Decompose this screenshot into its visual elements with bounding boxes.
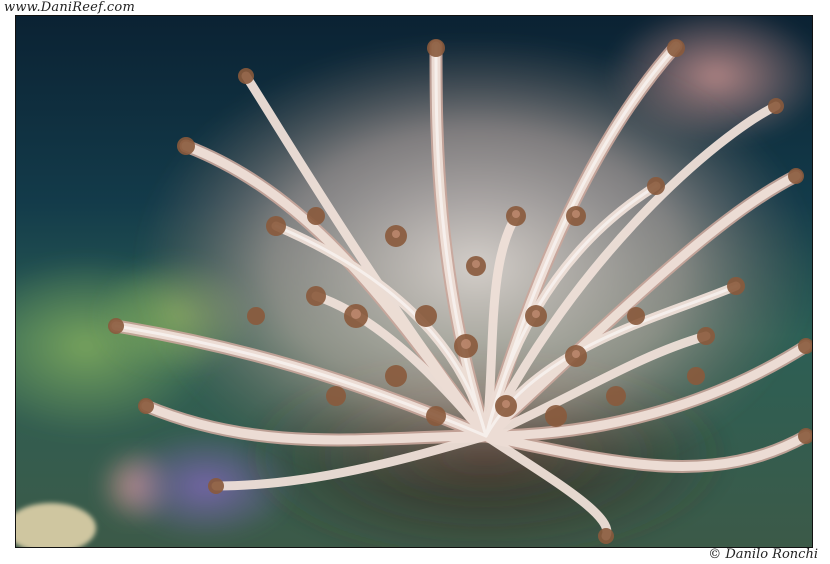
photo-canvas [16, 16, 812, 547]
coral-photo [15, 15, 813, 548]
site-watermark: www.DaniReef.com [4, 0, 135, 15]
photographer-credit: © Danilo Ronchi [708, 547, 818, 562]
